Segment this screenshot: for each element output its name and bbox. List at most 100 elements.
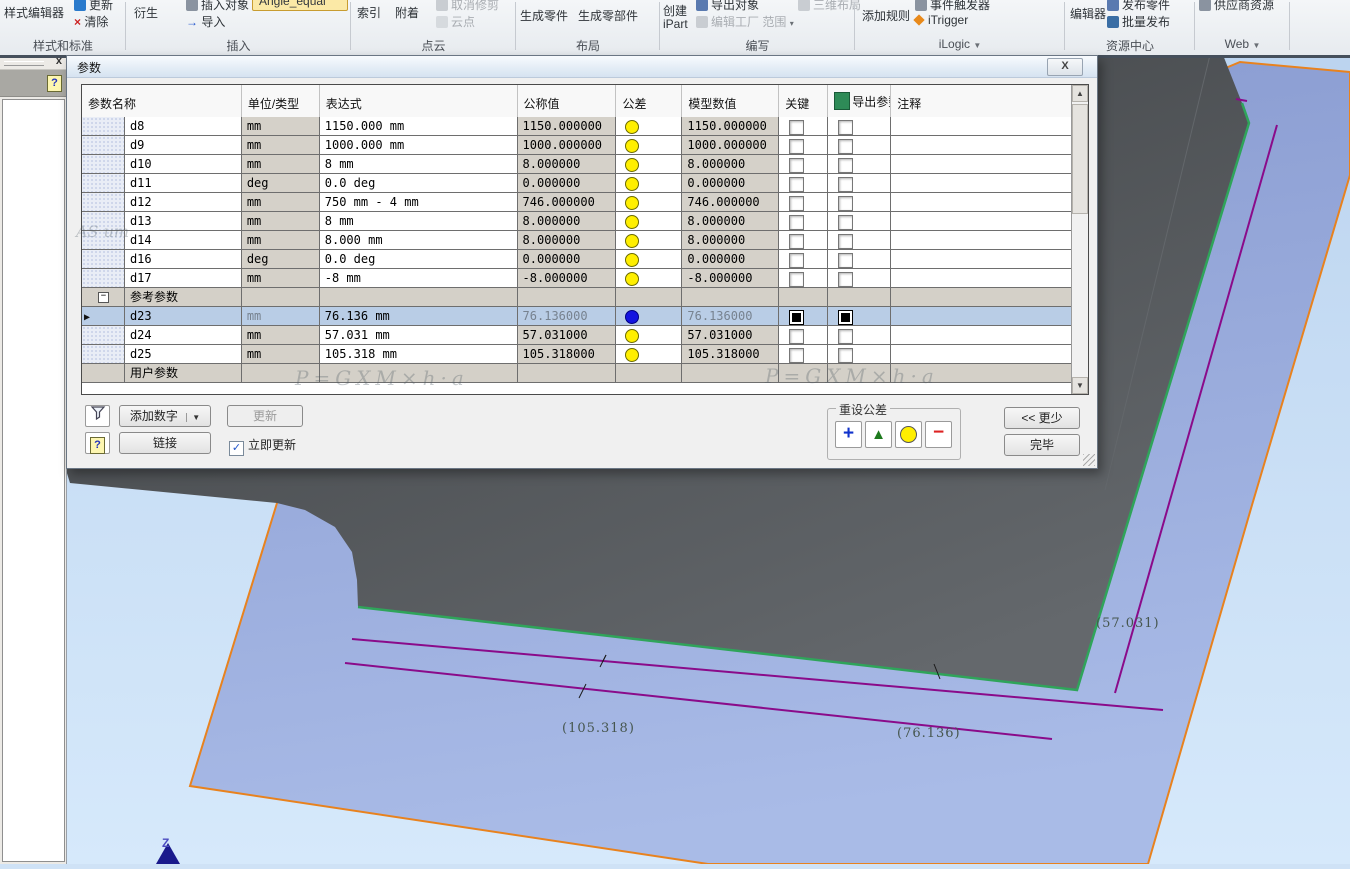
param-row[interactable]: d16deg0.0 deg0.0000000.000000 [82,250,1072,269]
row-selector[interactable] [82,193,125,212]
param-row[interactable]: d25mm105.318 mm105.318000105.318000 [82,345,1072,364]
param-tolerance-cell[interactable] [616,269,682,288]
filter-button[interactable] [85,405,110,427]
param-expression-cell[interactable]: 8 mm [320,212,518,231]
param-comment-cell[interactable] [891,307,1072,326]
create-ipart-button2[interactable]: iPart [663,17,688,31]
make-part-button[interactable]: 生成零件 [520,7,568,24]
key-checkbox[interactable] [789,120,804,135]
dialog-close-button[interactable]: X [1047,58,1083,76]
insert-object-button[interactable]: 插入对象 [186,0,249,13]
param-row[interactable]: d17mm-8 mm-8.000000-8.000000 [82,269,1072,288]
tolerance-indicator[interactable] [625,310,639,324]
param-export-cell[interactable] [828,307,891,326]
row-selector[interactable] [82,345,125,364]
group-label-web[interactable]: Web ▼ [1195,37,1290,52]
param-row[interactable]: d8mm1150.000 mm1150.0000001150.000000 [82,117,1072,136]
style-editor-button[interactable]: 样式编辑器 [4,4,64,21]
dialog-titlebar[interactable]: 参数 X [67,56,1097,78]
col-header-model-value[interactable]: 模型数值 [682,85,779,117]
param-comment-cell[interactable] [891,174,1072,193]
param-row[interactable]: d11deg0.0 deg0.0000000.000000 [82,174,1072,193]
tolerance-minus-button[interactable]: − [925,421,952,448]
update-button[interactable]: 更新 [74,0,113,13]
param-tolerance-cell[interactable] [616,193,682,212]
row-selector[interactable]: − [82,288,125,307]
param-tolerance-cell[interactable] [616,212,682,231]
param-key-cell[interactable] [779,212,828,231]
param-comment-cell[interactable] [891,345,1072,364]
publish-part-button[interactable]: 发布零件 [1107,0,1170,13]
supplier-content-button[interactable]: 供应商资源 [1199,0,1274,13]
tolerance-indicator[interactable] [625,348,639,362]
key-checkbox[interactable] [789,272,804,287]
param-comment-cell[interactable] [891,136,1072,155]
export-checkbox[interactable] [838,158,853,173]
help-icon[interactable]: ? [47,75,62,92]
param-key-cell[interactable] [779,193,828,212]
derive-button[interactable]: 衍生 [134,4,158,21]
col-header-nominal[interactable]: 公称值 [518,85,617,117]
param-expression-cell[interactable]: 105.318 mm [320,345,518,364]
param-export-cell[interactable] [828,345,891,364]
param-expression-cell[interactable]: 0.0 deg [320,174,518,193]
param-expression-cell[interactable]: -8 mm [320,269,518,288]
param-tolerance-cell[interactable] [616,231,682,250]
param-row[interactable]: d12mm750 mm - 4 mm746.000000746.000000 [82,193,1072,212]
param-name-cell[interactable]: d16 [125,250,242,269]
param-name-cell[interactable]: d13 [125,212,242,231]
param-comment-cell[interactable] [891,117,1072,136]
param-row[interactable]: d13mm8 mm8.0000008.000000 [82,212,1072,231]
untrim-button[interactable]: 取消修剪 [436,0,499,13]
export-checkbox[interactable] [838,310,853,325]
param-expression-cell[interactable]: 750 mm - 4 mm [320,193,518,212]
row-selector[interactable] [82,174,125,193]
scrollbar-thumb[interactable] [1072,104,1088,214]
make-components-button[interactable]: 生成零部件 [578,7,638,24]
param-export-cell[interactable] [828,250,891,269]
col-header-tolerance[interactable]: 公差 [616,85,682,117]
param-expression-cell[interactable]: 1150.000 mm [320,117,518,136]
row-selector[interactable] [82,136,125,155]
scroll-up-icon[interactable]: ▲ [1072,85,1088,102]
batch-publish-button[interactable]: 批量发布 [1107,13,1170,30]
col-header-key[interactable]: 关键 [779,85,828,117]
param-comment-cell[interactable] [891,212,1072,231]
export-checkbox[interactable] [838,272,853,287]
add-rule-button[interactable]: 添加规则 [862,7,910,24]
export-checkbox[interactable] [838,234,853,249]
param-expression-cell[interactable]: 8.000 mm [320,231,518,250]
param-name-cell[interactable]: d14 [125,231,242,250]
param-name-cell[interactable]: d24 [125,326,242,345]
key-checkbox[interactable] [789,158,804,173]
export-object-button[interactable]: 导出对象 [696,0,759,13]
tolerance-indicator[interactable] [625,196,639,210]
import-button[interactable]: → 导入 [186,13,225,30]
col-header-comment[interactable]: 注释 [891,85,1072,117]
param-key-cell[interactable] [779,326,828,345]
param-row[interactable]: d14mm8.000 mm8.0000008.000000 [82,231,1072,250]
param-tolerance-cell[interactable] [616,174,682,193]
done-button[interactable]: 完毕 [1004,434,1080,456]
param-key-cell[interactable] [779,136,828,155]
param-key-cell[interactable] [779,269,828,288]
param-name-cell[interactable]: d25 [125,345,242,364]
param-row[interactable]: d10mm8 mm8.0000008.000000 [82,155,1072,174]
param-name-cell[interactable]: d10 [125,155,242,174]
tolerance-indicator[interactable] [625,177,639,191]
param-tolerance-cell[interactable] [616,155,682,174]
export-checkbox[interactable] [838,139,853,154]
param-tolerance-cell[interactable] [616,136,682,155]
row-selector[interactable] [82,364,125,383]
editor-button[interactable]: 编辑器 [1070,5,1106,22]
param-expression-cell[interactable]: 8 mm [320,155,518,174]
key-checkbox[interactable] [789,215,804,230]
export-checkbox[interactable] [838,215,853,230]
section-row[interactable]: −参考参数 [82,288,1072,307]
section-row[interactable]: 用户参数 [82,364,1072,383]
param-export-cell[interactable] [828,174,891,193]
col-header-expression[interactable]: 表达式 [320,85,518,117]
row-selector[interactable]: ▶ [82,307,125,326]
param-name-cell[interactable]: d8 [125,117,242,136]
key-checkbox[interactable] [789,253,804,268]
